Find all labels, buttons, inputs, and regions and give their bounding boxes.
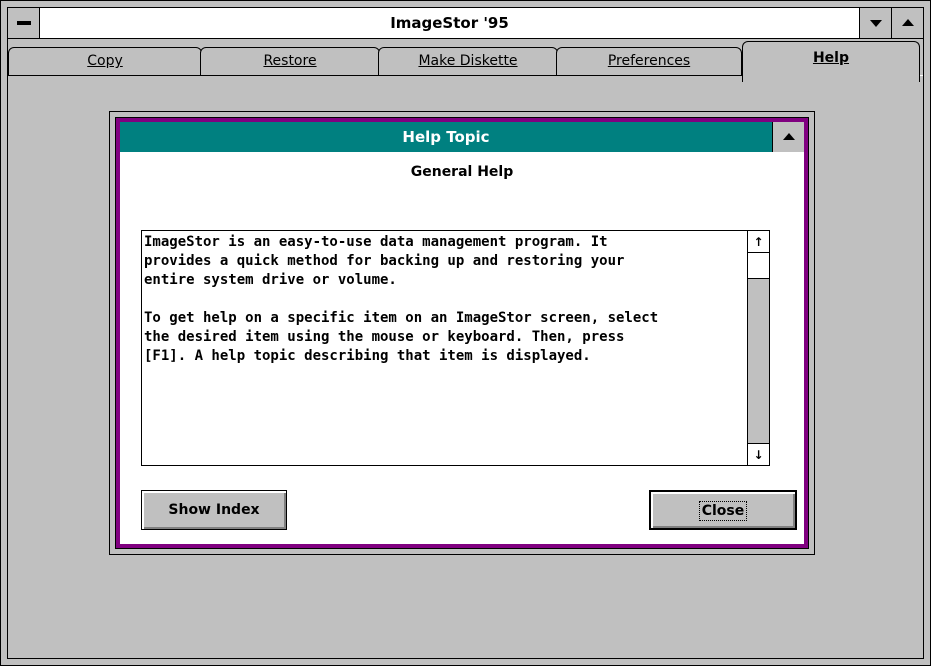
help-text-content: ImageStor is an easy-to-use data managem… [144, 234, 659, 364]
maximize-icon [902, 19, 914, 26]
tab-preferences-label: Preferences [607, 53, 691, 69]
minimize-icon [870, 20, 882, 27]
close-button[interactable]: Close [649, 490, 797, 530]
help-dialog-maximize-button[interactable] [772, 122, 804, 152]
title-bar[interactable]: ImageStor '95 [8, 8, 923, 39]
tab-preferences[interactable]: Preferences [556, 47, 742, 76]
close-label: Close [698, 501, 748, 521]
tab-restore-label: Restore [263, 53, 317, 69]
help-dialog-title-bar[interactable]: Help Topic [120, 122, 772, 152]
show-index-button[interactable]: Show Index [141, 490, 287, 530]
scroll-thumb[interactable] [748, 253, 769, 279]
help-dialog: Help Topic General Help ImageStor is an … [109, 111, 815, 555]
system-menu-button[interactable] [8, 8, 40, 38]
minimize-button[interactable] [859, 8, 891, 38]
tab-make-diskette-label: Make Diskette [418, 53, 518, 69]
window-title: ImageStor '95 [390, 14, 509, 32]
maximize-icon [783, 133, 795, 140]
tab-make-diskette[interactable]: Make Diskette [378, 47, 558, 76]
help-text-scrollbar[interactable]: ↑ ↓ [747, 231, 769, 465]
tab-help[interactable]: Help [742, 41, 920, 82]
help-text-area[interactable]: ImageStor is an easy-to-use data managem… [141, 230, 770, 466]
system-menu-icon [17, 21, 31, 25]
help-dialog-body: Help Topic General Help ImageStor is an … [120, 122, 804, 544]
tab-restore[interactable]: Restore [200, 47, 380, 76]
tab-copy-label: Copy [87, 53, 123, 69]
scroll-up-icon[interactable]: ↑ [748, 231, 769, 253]
tab-help-label: Help [812, 50, 850, 66]
show-index-label: Show Index [168, 502, 260, 518]
help-topic-heading: General Help [410, 164, 514, 180]
scroll-down-icon[interactable]: ↓ [748, 443, 769, 465]
tab-bar: Copy Restore Make Diskette Preferences H… [8, 39, 923, 87]
tab-copy[interactable]: Copy [8, 47, 202, 76]
help-dialog-border: Help Topic General Help ImageStor is an … [115, 117, 809, 549]
maximize-button[interactable] [891, 8, 923, 38]
